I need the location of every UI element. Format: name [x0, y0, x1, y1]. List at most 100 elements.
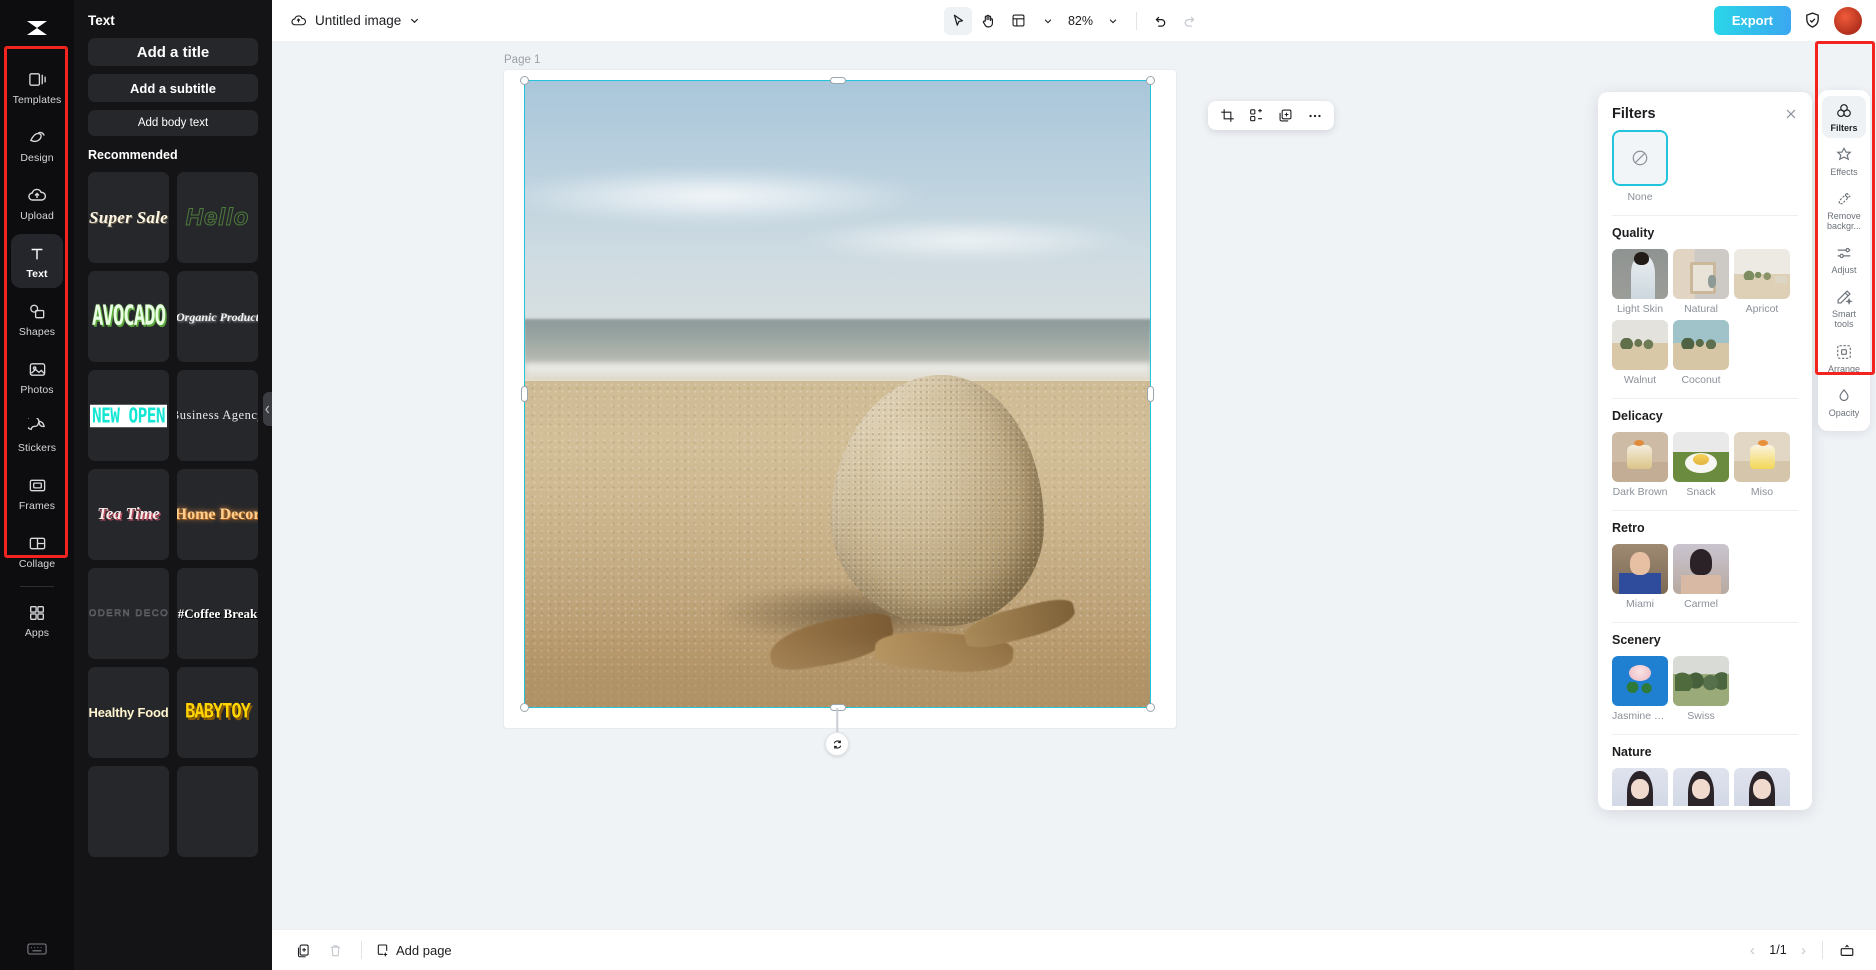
sidebar-divider: [20, 586, 54, 587]
add-a-subtitle-button[interactable]: Add a subtitle: [88, 74, 258, 102]
sidebar-item-stickers[interactable]: Stickers: [11, 408, 63, 462]
filter-item[interactable]: Walnut: [1612, 320, 1668, 386]
filter-item[interactable]: Swiss: [1673, 656, 1729, 722]
document-name-group[interactable]: Untitled image: [290, 12, 420, 29]
text-template-card[interactable]: Home Decor: [177, 469, 258, 560]
filter-item[interactable]: [1673, 768, 1729, 806]
shield-check-icon[interactable]: [1803, 11, 1822, 30]
delete-page-icon[interactable]: [322, 937, 348, 963]
crop-icon[interactable]: [1214, 103, 1241, 128]
filter-thumbnail: [1673, 544, 1729, 594]
right-tool-arrange[interactable]: Arrange: [1822, 337, 1866, 379]
rotate-icon[interactable]: [825, 732, 849, 756]
right-tool-filters[interactable]: Filters: [1822, 96, 1866, 139]
fit-chevron-button[interactable]: [1034, 7, 1062, 35]
filter-item[interactable]: Carmel: [1673, 544, 1729, 610]
hand-tool-button[interactable]: [974, 7, 1002, 35]
filter-item[interactable]: Coconut: [1673, 320, 1729, 386]
text-template-card[interactable]: NEW OPEN: [88, 370, 169, 461]
right-tool-label: Arrange: [1827, 363, 1861, 374]
text-template-card[interactable]: Hello: [177, 172, 258, 263]
sidebar-item-photos[interactable]: Photos: [11, 350, 63, 404]
user-avatar[interactable]: [1834, 6, 1862, 35]
filter-item[interactable]: Snack: [1673, 432, 1729, 498]
filter-label: Apricot: [1745, 303, 1779, 315]
right-tool-effects[interactable]: Effects: [1822, 140, 1866, 182]
right-tool-remove-background[interactable]: Remove backgr...: [1822, 184, 1866, 236]
filter-item[interactable]: Apricot: [1734, 249, 1790, 315]
duplicate-page-icon[interactable]: [290, 937, 316, 963]
timeline-icon[interactable]: [1834, 937, 1860, 963]
filter-item[interactable]: Dark Brown: [1612, 432, 1668, 498]
text-template-card[interactable]: Business Agency: [177, 370, 258, 461]
text-template-card[interactable]: MODERN DECOR: [88, 568, 169, 659]
no-filter-icon[interactable]: [1612, 130, 1668, 186]
text-template-card[interactable]: AVOCADO: [88, 271, 169, 362]
filters-panel-header: Filters: [1598, 92, 1812, 130]
more-options-icon[interactable]: [1301, 103, 1328, 128]
chevron-right-icon[interactable]: ›: [1796, 942, 1811, 959]
capcut-logo-icon[interactable]: [19, 10, 55, 46]
duplicate-icon[interactable]: [1272, 103, 1299, 128]
filter-item[interactable]: Miami: [1612, 544, 1668, 610]
text-template-card[interactable]: BABYTOY: [177, 667, 258, 758]
zoom-level-value[interactable]: 82%: [1064, 14, 1097, 28]
filter-item[interactable]: [1734, 768, 1790, 806]
add-page-button[interactable]: Add page: [375, 943, 452, 958]
sidebar-item-frames[interactable]: Frames: [11, 466, 63, 520]
close-icon[interactable]: [1784, 107, 1798, 121]
add-a-title-button[interactable]: Add a title: [88, 38, 258, 66]
text-template-card[interactable]: [177, 766, 258, 857]
text-template-card[interactable]: Organic Product: [177, 271, 258, 362]
filter-section-title: Quality: [1612, 226, 1655, 240]
sidebar-item-text[interactable]: Text: [11, 234, 63, 288]
text-template-card[interactable]: Healthy Food: [88, 667, 169, 758]
filter-item[interactable]: [1612, 768, 1668, 806]
beach-stone-image[interactable]: [524, 80, 1151, 708]
fit-page-button[interactable]: [1004, 7, 1032, 35]
right-tool-adjust[interactable]: Adjust: [1822, 238, 1866, 280]
top-right-group: Export: [1713, 6, 1862, 35]
text-template-card[interactable]: Tea Time: [88, 469, 169, 560]
right-tool-label: Smart tools: [1831, 309, 1856, 330]
image-floating-toolbar: [1208, 101, 1334, 130]
filter-item[interactable]: Light Skin: [1612, 249, 1668, 315]
left-sidebar-items: Templates Design Upload Text Shapes Phot…: [0, 60, 74, 651]
export-button[interactable]: Export: [1713, 6, 1791, 35]
text-template-card[interactable]: #Coffee Break: [177, 568, 258, 659]
keyboard-icon[interactable]: [27, 942, 47, 956]
collapse-panel-handle[interactable]: [263, 392, 272, 426]
sidebar-item-upload[interactable]: Upload: [11, 176, 63, 230]
sidebar-item-design[interactable]: Design: [11, 118, 63, 172]
filter-label: Coconut: [1681, 374, 1721, 386]
zoom-chevron-button[interactable]: [1099, 7, 1127, 35]
filters-panel-body[interactable]: None Quality Light Skin Natural Apricot …: [1598, 130, 1812, 806]
upload-icon: [26, 185, 48, 207]
add-page-label: Add page: [396, 942, 452, 958]
sidebar-item-apps[interactable]: Apps: [11, 593, 63, 647]
filter-item[interactable]: Miso: [1734, 432, 1790, 498]
sidebar-item-collage[interactable]: Collage: [11, 524, 63, 578]
select-tool-button[interactable]: [943, 6, 972, 35]
flip-align-icon[interactable]: [1243, 103, 1270, 128]
filter-section-title: Delicacy: [1612, 409, 1663, 423]
add-body-text-button[interactable]: Add body text: [88, 110, 258, 136]
right-tool-smart-tools[interactable]: Smart tools: [1822, 282, 1866, 334]
redo-button[interactable]: [1176, 7, 1204, 35]
text-template-card[interactable]: [88, 766, 169, 857]
canvas-area[interactable]: Page 1 Filters None Quality Light Skin N…: [272, 42, 1876, 929]
chevron-down-icon[interactable]: [409, 15, 420, 26]
text-template-card[interactable]: Super Sale: [88, 172, 169, 263]
filter-item[interactable]: Natural: [1673, 249, 1729, 315]
section-divider: [1612, 398, 1798, 399]
chevron-left-icon[interactable]: ‹: [1745, 942, 1760, 959]
filter-item[interactable]: Jasmine Tea: [1612, 656, 1668, 722]
right-tool-label: Opacity: [1828, 407, 1860, 418]
undo-button[interactable]: [1146, 7, 1174, 35]
sidebar-item-shapes[interactable]: Shapes: [11, 292, 63, 346]
sidebar-item-templates[interactable]: Templates: [11, 60, 63, 114]
filter-thumbnail: [1734, 249, 1790, 299]
panel-scroll-area[interactable]: Add a title Add a subtitle Add body text…: [74, 38, 272, 968]
right-tool-opacity[interactable]: Opacity: [1822, 381, 1866, 423]
filter-none-item[interactable]: None: [1612, 130, 1798, 203]
